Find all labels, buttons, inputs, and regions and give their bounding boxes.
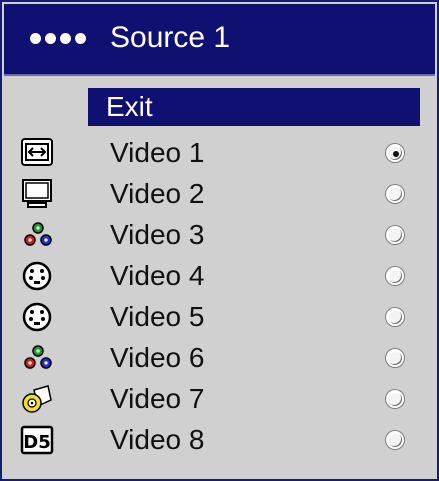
menu-title-bar: Source 1	[4, 4, 435, 76]
source-item-label: Video 5	[110, 301, 205, 332]
source-radio[interactable]	[386, 349, 404, 367]
source-item-label: Video 7	[110, 383, 205, 414]
source-item-video-8[interactable]: D5 Video 8	[2, 421, 437, 462]
source-radio-selected[interactable]	[386, 144, 404, 162]
menu-title: Source 1	[110, 21, 231, 54]
source-item-video-6[interactable]: Video 6	[2, 339, 437, 380]
source-item-video-7[interactable]: Video 7	[2, 380, 437, 421]
source-radio[interactable]	[386, 390, 404, 408]
source-item-video-4[interactable]: Video 4	[2, 257, 437, 298]
source-item-label: Video 1	[110, 137, 205, 168]
source-menu-panel: Source 1 Exit Video 1 Video 2 Video 3 Vi…	[0, 0, 439, 481]
source-item-label: Video 8	[110, 424, 205, 455]
source-item-video-5[interactable]: Video 5	[2, 298, 437, 339]
source-radio[interactable]	[386, 267, 404, 285]
menu-dots-icon	[30, 33, 86, 44]
source-item-video-1[interactable]: Video 1	[2, 134, 437, 175]
source-item-label: Video 2	[110, 178, 205, 209]
component-rgb-icon	[24, 345, 52, 369]
source-item-video-3[interactable]: Video 3	[2, 216, 437, 257]
exit-menu-item[interactable]: Exit	[88, 88, 420, 126]
monitor-icon	[22, 179, 52, 208]
svg-text:D5: D5	[23, 432, 50, 453]
svideo-icon	[22, 302, 52, 332]
source-item-video-2[interactable]: Video 2	[2, 175, 437, 216]
computer-port-icon	[21, 138, 53, 166]
svideo-icon	[22, 261, 52, 291]
source-item-label: Video 3	[110, 219, 205, 250]
source-radio[interactable]	[386, 308, 404, 326]
composite-video-icon	[22, 385, 52, 413]
source-radio[interactable]	[386, 431, 404, 449]
source-item-label: Video 4	[110, 260, 205, 291]
source-item-label: Video 6	[110, 342, 205, 373]
component-rgb-icon	[24, 222, 52, 246]
source-radio[interactable]	[386, 226, 404, 244]
d5-icon: D5	[20, 425, 54, 455]
source-radio[interactable]	[386, 185, 404, 203]
